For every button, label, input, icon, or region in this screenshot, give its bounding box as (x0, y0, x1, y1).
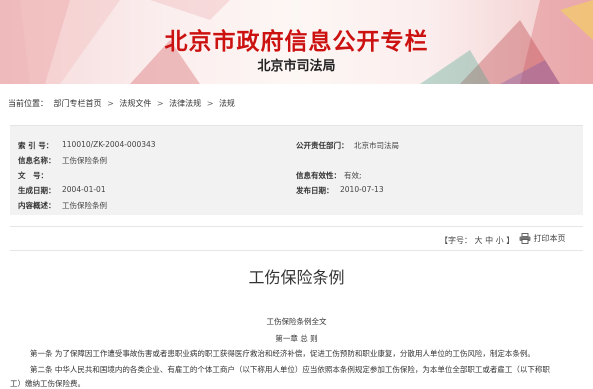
banner-subtitle: 北京市司法局 (257, 59, 336, 74)
chapter-heading: 第一章 总 则 (275, 334, 318, 343)
article-1-paragraph: 第一条 为了保障因工作遭受事故伤害或者患职业病的职工获得医疗救治和经济补偿，促进… (30, 349, 535, 358)
divider (10, 226, 583, 227)
document-subtitle: 工伤保险条例全文 (266, 317, 327, 326)
banner-title: 北京市政府信息公开专栏 (164, 29, 429, 55)
index-value: 110010/ZK-2004-000343 (62, 140, 156, 149)
article-2-paragraph: 第二条 中华人民共和国境内的各类企业、有雇工的个体工商户（以下称用人单位）应当依… (30, 365, 550, 374)
font-size-medium-button[interactable]: 中 (485, 236, 493, 245)
breadcrumb-item-laws[interactable]: 法律法规 (169, 99, 201, 108)
meta-row-docno: 文 号： 信息有效性： 有效; (10, 170, 583, 184)
created-date-value: 2004-01-01 (62, 185, 106, 194)
font-size-prefix: 【字号： (440, 236, 472, 245)
breadcrumb-separator: > (107, 99, 114, 108)
font-size-large-button[interactable]: 大 (475, 236, 483, 245)
doc-number-label: 文 号： (18, 171, 48, 180)
print-label: 打印本页 (533, 234, 566, 243)
summary-value: 工伤保险条例 (62, 201, 107, 210)
divider (10, 250, 583, 251)
header-banner: 北京市政府信息公开专栏 北京市司法局 (0, 0, 593, 84)
breadcrumb-separator: > (206, 99, 214, 108)
breadcrumb-item-regulations-docs[interactable]: 法规文件 (119, 99, 151, 108)
published-date-value: 2010-07-13 (340, 185, 384, 194)
meta-row-index: 索 引 号： 110010/ZK-2004-000343 公开责任部门： 北京市… (10, 140, 583, 154)
created-date-label: 生成日期： (18, 186, 56, 195)
font-size-controls: 【字号： 大 中 小 】 (440, 235, 514, 246)
print-button[interactable]: 打印本页 (519, 233, 566, 244)
summary-label: 内容概述： (18, 201, 56, 210)
breadcrumb-item-regulations[interactable]: 法规 (219, 99, 235, 108)
document-title: 工伤保险条例 (248, 268, 345, 287)
index-label: 索 引 号： (18, 141, 54, 150)
breadcrumb-item-home[interactable]: 部门专栏首页 (54, 99, 102, 108)
printer-icon (519, 233, 531, 244)
validity-label: 信息有效性： (296, 171, 341, 180)
breadcrumb-prefix: 当前位置： (8, 99, 48, 108)
issuer-label: 公开责任部门： (296, 141, 349, 150)
breadcrumb: 当前位置： 部门专栏首页 > 法规文件 > 法律法规 > 法规 (8, 98, 238, 109)
name-label: 信息名称： (18, 156, 56, 165)
font-size-small-button[interactable]: 小 (496, 236, 504, 245)
font-size-suffix: 】 (506, 236, 515, 245)
meta-row-name: 信息名称： 工伤保险条例 (10, 155, 583, 169)
name-value: 工伤保险条例 (62, 156, 107, 165)
meta-row-summary: 内容概述： 工伤保险条例 (10, 200, 583, 214)
article-2-paragraph-continued: 工）缴纳工伤保险费。 (10, 379, 85, 388)
issuer-value: 北京市司法局 (354, 141, 399, 150)
document-metadata-panel: 索 引 号： 110010/ZK-2004-000343 公开责任部门： 北京市… (10, 125, 583, 215)
meta-row-dates: 生成日期： 2004-01-01 发布日期： 2010-07-13 (10, 185, 583, 199)
validity-value: 有效; (344, 171, 362, 180)
breadcrumb-separator: > (156, 99, 164, 108)
published-date-label: 发布日期： (296, 186, 334, 195)
